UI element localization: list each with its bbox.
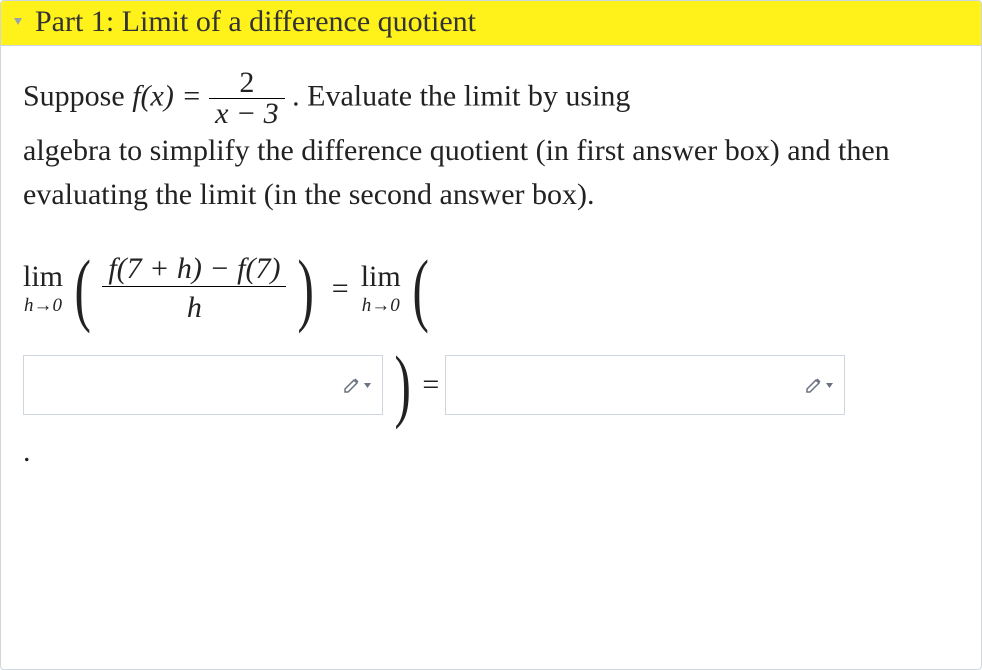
answer-input-2[interactable] bbox=[445, 355, 845, 415]
paren-open-icon: ( bbox=[74, 253, 90, 325]
limit2-subscript: h→0 bbox=[362, 296, 400, 315]
fx-label: f(x) = bbox=[132, 79, 209, 112]
text-lead: Suppose bbox=[23, 79, 132, 112]
limit-1: lim h→0 bbox=[23, 262, 63, 315]
limit-2: lim h→0 bbox=[361, 262, 401, 315]
trailing-period: . bbox=[23, 435, 959, 469]
paren-close-icon: ) bbox=[298, 253, 314, 325]
part-header[interactable]: Part 1: Limit of a difference quotient bbox=[1, 1, 981, 46]
limit-label: lim bbox=[23, 262, 63, 292]
edit-menu-icon[interactable] bbox=[343, 376, 372, 394]
paren-close-2-icon: ) bbox=[394, 349, 410, 421]
collapse-caret-icon[interactable] bbox=[11, 15, 25, 29]
fraction-inline: 2 x − 3 bbox=[209, 68, 285, 129]
equals-sign-2: = bbox=[422, 368, 439, 402]
problem-body: Suppose f(x) = 2 x − 3 . Evaluate the li… bbox=[1, 46, 981, 469]
equals-sign-1: = bbox=[332, 272, 349, 306]
answer-input-1[interactable] bbox=[23, 355, 383, 415]
edit-menu-icon-2[interactable] bbox=[805, 376, 834, 394]
problem-card: Part 1: Limit of a difference quotient S… bbox=[0, 0, 982, 670]
text-after-frac: . Evaluate the limit by using bbox=[292, 79, 630, 112]
problem-text: Suppose f(x) = 2 x − 3 . Evaluate the li… bbox=[23, 68, 959, 216]
part-title: Part 1: Limit of a difference quotient bbox=[35, 5, 476, 39]
limit2-label: lim bbox=[361, 262, 401, 292]
dq-denominator: h bbox=[102, 291, 286, 325]
text-rest: algebra to simplify the difference quoti… bbox=[23, 134, 890, 211]
dq-numerator: f(7 + h) − f(7) bbox=[102, 252, 286, 286]
limit-subscript: h→0 bbox=[24, 296, 62, 315]
difference-quotient: f(7 + h) − f(7) h bbox=[102, 252, 286, 325]
function-definition: f(x) = 2 x − 3 bbox=[132, 68, 284, 129]
fraction-numerator: 2 bbox=[209, 68, 285, 98]
paren-open-2-icon: ( bbox=[412, 253, 428, 325]
equation-block: lim h→0 ( f(7 + h) − f(7) h ) = lim h→0 … bbox=[23, 252, 959, 421]
fraction-denominator: x − 3 bbox=[209, 99, 285, 129]
